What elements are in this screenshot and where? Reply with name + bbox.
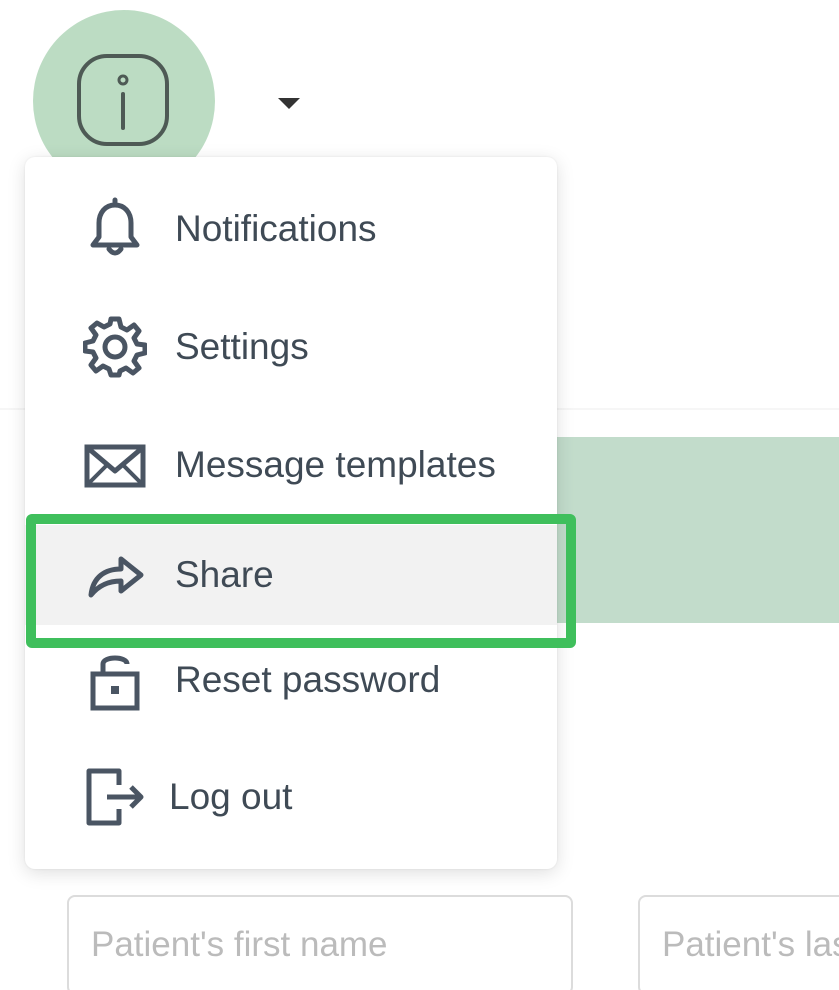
menu-item-label: Log out xyxy=(169,776,293,817)
share-arrow-icon xyxy=(88,556,144,598)
menu-item-label: Notifications xyxy=(175,208,377,249)
menu-item-message-templates[interactable]: Message templates xyxy=(25,415,557,515)
bell-icon xyxy=(90,197,140,256)
gear-icon xyxy=(83,316,147,378)
patient-last-name-input[interactable] xyxy=(638,895,839,990)
logout-icon xyxy=(86,768,144,826)
padlock-icon xyxy=(90,655,140,711)
menu-item-settings[interactable]: Settings xyxy=(25,297,557,397)
menu-item-label: Reset password xyxy=(175,659,441,700)
green-banner xyxy=(540,437,839,623)
patient-first-name-input[interactable] xyxy=(67,895,573,990)
chevron-down-icon[interactable] xyxy=(278,98,300,109)
menu-item-share[interactable]: Share xyxy=(25,525,557,625)
page: Notifications Settings Message templates xyxy=(0,0,839,990)
menu-item-log-out[interactable]: Log out xyxy=(25,747,557,847)
menu-item-label: Settings xyxy=(175,326,309,367)
envelope-icon xyxy=(84,444,146,488)
account-dropdown-menu: Notifications Settings Message templates xyxy=(25,157,557,869)
menu-item-reset-password[interactable]: Reset password xyxy=(25,630,557,730)
info-icon xyxy=(77,54,169,146)
menu-item-label: Share xyxy=(175,554,274,595)
menu-item-notifications[interactable]: Notifications xyxy=(25,179,557,279)
menu-item-label: Message templates xyxy=(175,444,496,485)
